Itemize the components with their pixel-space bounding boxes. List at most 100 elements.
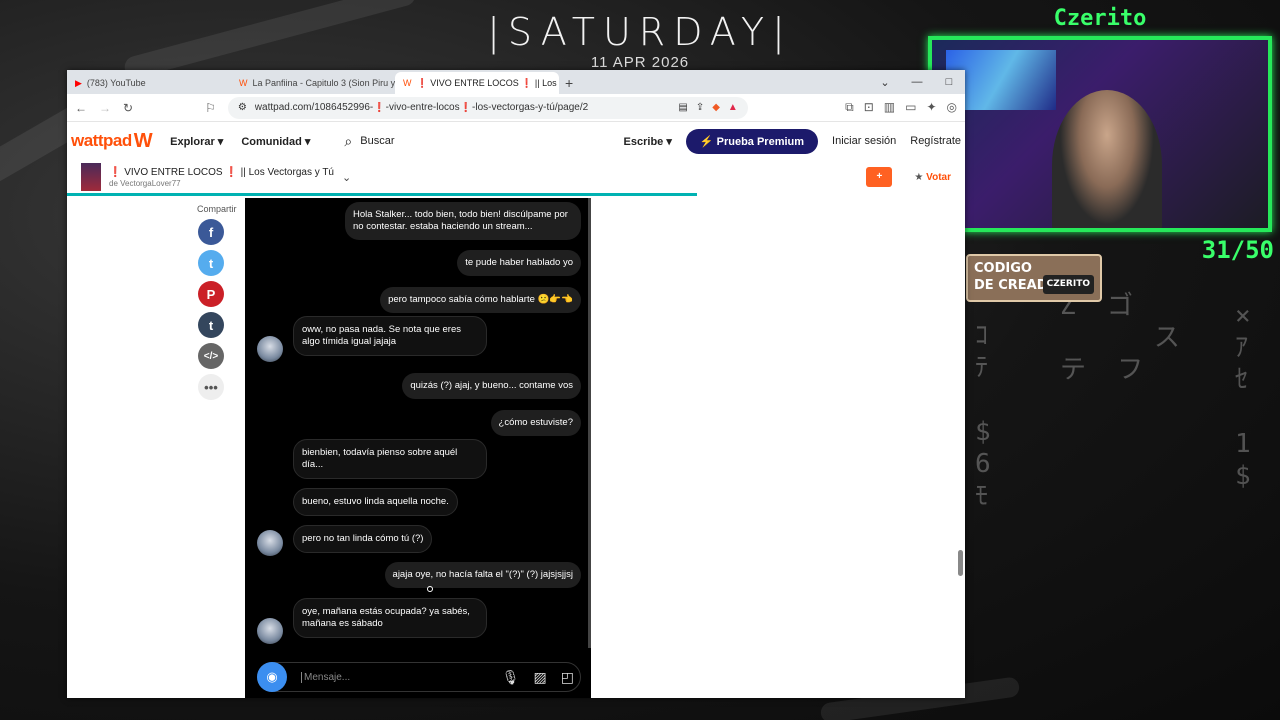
tab-list-icon[interactable]: ⌄: [869, 76, 901, 89]
rewards-icon[interactable]: ▲: [728, 102, 738, 113]
message-input[interactable]: Mensaje...: [301, 671, 488, 683]
header-right: Escribe ▾ ⚡ Prueba Premium Iniciar sesió…: [624, 128, 961, 154]
premium-button[interactable]: ⚡ Prueba Premium: [685, 128, 819, 154]
tab-label: (783) YouTube: [86, 78, 146, 88]
avatar: [257, 530, 283, 556]
reload-icon[interactable]: ↻: [123, 101, 133, 115]
nav-comunidad[interactable]: Comunidad ▾: [241, 135, 310, 148]
stream-date: 11 APR 2026: [590, 54, 690, 71]
tab-youtube[interactable]: ▶ (783) YouTube: [67, 72, 231, 94]
toolbar-icons: ⧉ ⊡ ▥ ▭ ✦ ◎: [845, 100, 957, 115]
story-cover[interactable]: [81, 163, 101, 191]
chat-message: Hola Stalker... todo bien, todo bien! di…: [345, 202, 581, 240]
chat-message: ¿cómo estuviste?: [490, 410, 581, 436]
tab-panfiina[interactable]: W La Panfiina - Capitulo 3 (Sion Piru y …: [231, 72, 395, 94]
input-icons: 🎙 ▨ ◰: [502, 669, 574, 686]
share-label: Compartir: [197, 204, 237, 214]
search-label: Buscar: [360, 135, 395, 147]
wattpad-w-icon: W: [133, 129, 153, 152]
premium-label: Prueba Premium: [716, 135, 805, 148]
sidebar-icon[interactable]: ▥: [884, 100, 895, 115]
matrix-glyphs: Z ゴ ス テ フ: [1060, 291, 1180, 385]
share-page-icon[interactable]: ⇪: [696, 102, 704, 113]
chat-scrollbar: [588, 198, 591, 648]
tab-label: ❗ VIVO ENTRE LOCOS ❗ || Los: [416, 77, 557, 88]
avatar: [257, 336, 283, 362]
mouse-cursor: [427, 586, 433, 592]
goal-counter: 31/50: [1201, 236, 1274, 264]
lightning-icon: ⚡: [699, 135, 714, 148]
search[interactable]: ⌕ Buscar: [344, 133, 394, 150]
facebook-icon[interactable]: f: [198, 219, 224, 245]
pinterest-icon[interactable]: P: [198, 281, 224, 307]
story-bar: ❗ VIVO ENTRE LOCOS ❗ || Los Vectorgas y …: [67, 160, 965, 196]
creator-code-tag: CZERITO: [1042, 275, 1094, 294]
wattpad-header: wattpad W Explorar ▾ Comunidad ▾ ⌕ Busca…: [67, 122, 965, 160]
vpn-icon[interactable]: ◎: [947, 100, 957, 115]
ai-icon[interactable]: ✦: [926, 100, 936, 115]
chat-message: te pude haber hablado yo: [457, 250, 581, 276]
chat-message: pero no tan linda cómo tú (?): [293, 525, 433, 553]
stream-day-title: |SATURDAY|: [487, 10, 793, 54]
new-tab-button[interactable]: +: [559, 75, 579, 94]
write-menu[interactable]: Escribe ▾: [624, 135, 672, 148]
tab-vivo-entre-locos[interactable]: W ❗ VIVO ENTRE LOCOS ❗ || Los ×: [395, 72, 559, 94]
story-info: ❗ VIVO ENTRE LOCOS ❗ || Los Vectorgas y …: [109, 167, 334, 188]
twitter-icon[interactable]: t: [198, 250, 224, 276]
screenshot-icon[interactable]: ⊡: [864, 100, 874, 115]
webcam-feed: [928, 36, 1272, 232]
sticker-icon[interactable]: ◰: [561, 669, 574, 686]
nav-explorar[interactable]: Explorar ▾: [170, 135, 223, 148]
microphone-icon[interactable]: 🎙: [502, 669, 520, 686]
story-actions: + ★ Votar: [866, 167, 951, 187]
star-icon: ★: [914, 171, 924, 183]
story-author[interactable]: de VectorgaLover77: [109, 179, 334, 188]
browser-window: ▶ (783) YouTube W La Panfiina - Capitulo…: [67, 70, 965, 698]
youtube-icon: ▶: [75, 77, 82, 88]
chevron-down-icon[interactable]: ⌄: [342, 171, 351, 184]
avatar: [257, 618, 283, 644]
search-icon: ⌕: [344, 132, 353, 149]
add-to-library-button[interactable]: +: [866, 167, 893, 187]
matrix-glyphs: × ｱ ｾ 1 $: [1235, 301, 1251, 491]
chat-message: pero tampoco sabía cómo hablarte 😕👉👈: [380, 287, 581, 313]
chat-message: bueno, estuvo linda aquella noche.: [293, 488, 458, 516]
chat-message: bienbien, todavía pienso sobre aquél día…: [293, 439, 487, 479]
tab-bar: ▶ (783) YouTube W La Panfiina - Capitulo…: [67, 70, 965, 94]
back-icon[interactable]: ←: [75, 101, 87, 115]
more-icon[interactable]: •••: [198, 374, 224, 400]
chat-image: Hola Stalker... todo bien, todo bien! di…: [245, 198, 591, 698]
login-link[interactable]: Iniciar sesión: [832, 135, 896, 147]
forward-icon[interactable]: →: [99, 101, 111, 115]
brave-shield-icon[interactable]: ◆: [712, 102, 720, 113]
creator-code-badge: CODIGO DE CREADOR CZERITO: [966, 254, 1102, 302]
vote-button[interactable]: ★ Votar: [914, 172, 951, 183]
extensions-icon[interactable]: ⧉: [845, 100, 854, 115]
vote-label: Votar: [926, 171, 951, 183]
embed-icon[interactable]: </>: [198, 343, 224, 369]
minimize-button[interactable]: —: [901, 76, 933, 88]
wattpad-icon: W: [239, 78, 248, 88]
maximize-button[interactable]: □: [933, 76, 965, 88]
site-settings-icon[interactable]: ⚙: [238, 102, 247, 113]
url-field[interactable]: ⚙ wattpad.com/1086452996-❗-vivo-entre-lo…: [227, 96, 748, 119]
tumblr-icon[interactable]: t: [198, 312, 224, 338]
tab-label: La Panfiina - Capitulo 3 (Sion Piru y C: [252, 78, 396, 88]
gallery-icon[interactable]: ▨: [534, 669, 547, 686]
wallet-icon[interactable]: ▭: [905, 100, 916, 115]
share-panel: Compartir f t P t </> •••: [197, 204, 245, 405]
webcam-person: [1052, 90, 1162, 228]
chat-message: quizás (?) ajaj, y bueno... contame vos: [402, 373, 581, 399]
register-link[interactable]: Regístrate: [910, 135, 961, 147]
wattpad-logo[interactable]: wattpad W: [71, 129, 153, 153]
page-scrollbar[interactable]: [958, 550, 963, 576]
camera-icon[interactable]: ◉: [257, 662, 287, 692]
address-bar: ← → ↻ ⚐ ⚙ wattpad.com/1086452996-❗-vivo-…: [67, 94, 965, 122]
reader-icon[interactable]: ▤: [678, 102, 687, 113]
story-title[interactable]: ❗ VIVO ENTRE LOCOS ❗ || Los Vectorgas y …: [109, 167, 334, 179]
message-input-bar: ◉ Mensaje... 🎙 ▨ ◰: [257, 662, 581, 692]
story-content: Compartir f t P t </> ••• Hola Stalker..…: [67, 194, 965, 698]
bookmark-icon[interactable]: ⚐: [205, 101, 216, 115]
chat-message: ajaja oye, no hacía falta el "(?)" (?) j…: [384, 562, 581, 588]
matrix-glyphs: ｺ ﾃ $ 6 ﾓ: [975, 321, 991, 511]
